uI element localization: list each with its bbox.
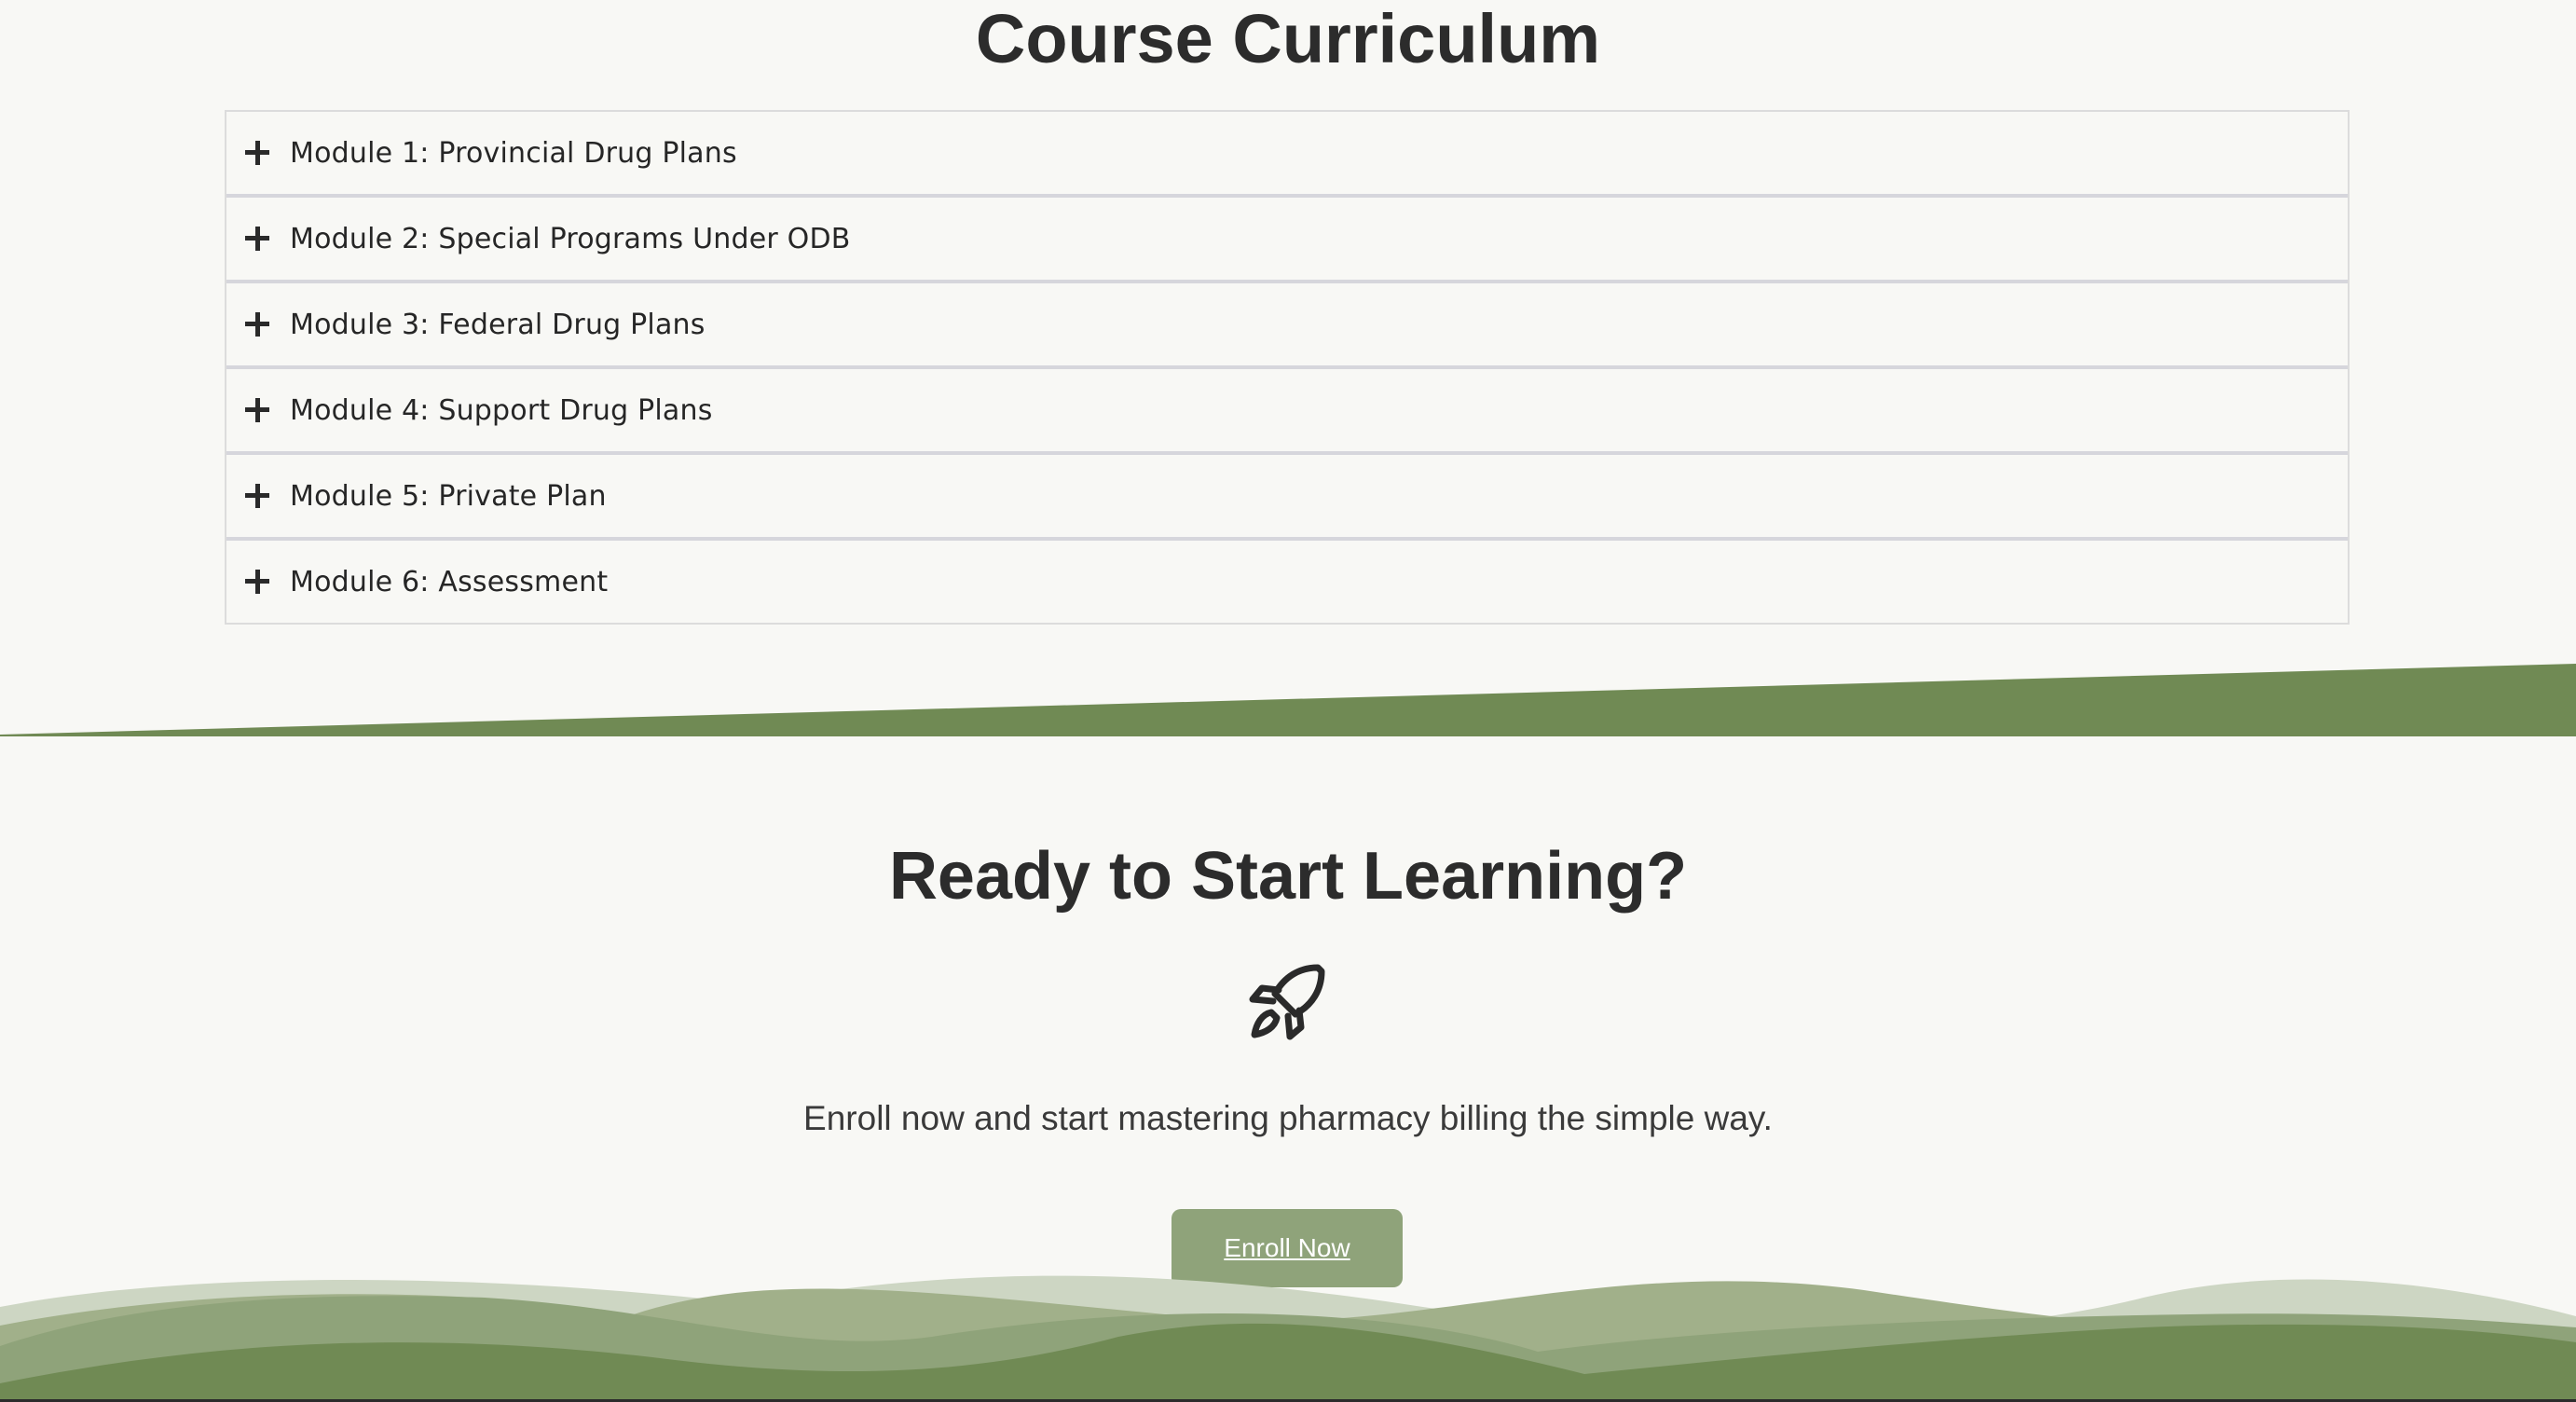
accordion-item-label: Module 3: Federal Drug Plans — [290, 308, 706, 341]
cta-description: Enroll now and start mastering pharmacy … — [803, 1099, 1773, 1137]
plus-icon — [245, 484, 269, 508]
accordion-item-label: Module 5: Private Plan — [290, 479, 607, 513]
decorative-waves — [0, 1275, 2576, 1402]
plus-icon — [245, 312, 269, 337]
plus-icon — [245, 227, 269, 251]
plus-icon — [245, 398, 269, 422]
accordion-item-module-2[interactable]: Module 2: Special Programs Under ODB — [226, 198, 2348, 283]
accordion-item-label: Module 2: Special Programs Under ODB — [290, 222, 851, 255]
rocket-icon — [1249, 964, 1325, 1040]
accordion-item-label: Module 6: Assessment — [290, 565, 609, 598]
enroll-now-button[interactable]: Enroll Now — [1172, 1209, 1403, 1287]
accordion-item-module-3[interactable]: Module 3: Federal Drug Plans — [226, 283, 2348, 369]
accordion-item-module-4[interactable]: Module 4: Support Drug Plans — [226, 369, 2348, 455]
curriculum-title: Course Curriculum — [975, 0, 1601, 77]
plus-icon — [245, 141, 269, 165]
accordion-item-module-1[interactable]: Module 1: Provincial Drug Plans — [226, 112, 2348, 198]
accordion-item-module-5[interactable]: Module 5: Private Plan — [226, 455, 2348, 541]
accordion-item-label: Module 4: Support Drug Plans — [290, 393, 713, 427]
accordion-item-module-6[interactable]: Module 6: Assessment — [226, 541, 2348, 623]
plus-icon — [245, 570, 269, 594]
cta-title: Ready to Start Learning? — [888, 839, 1688, 914]
curriculum-accordion: Module 1: Provincial Drug Plans Module 2… — [225, 110, 2350, 625]
section-divider — [0, 664, 2576, 741]
accordion-item-label: Module 1: Provincial Drug Plans — [290, 136, 737, 170]
